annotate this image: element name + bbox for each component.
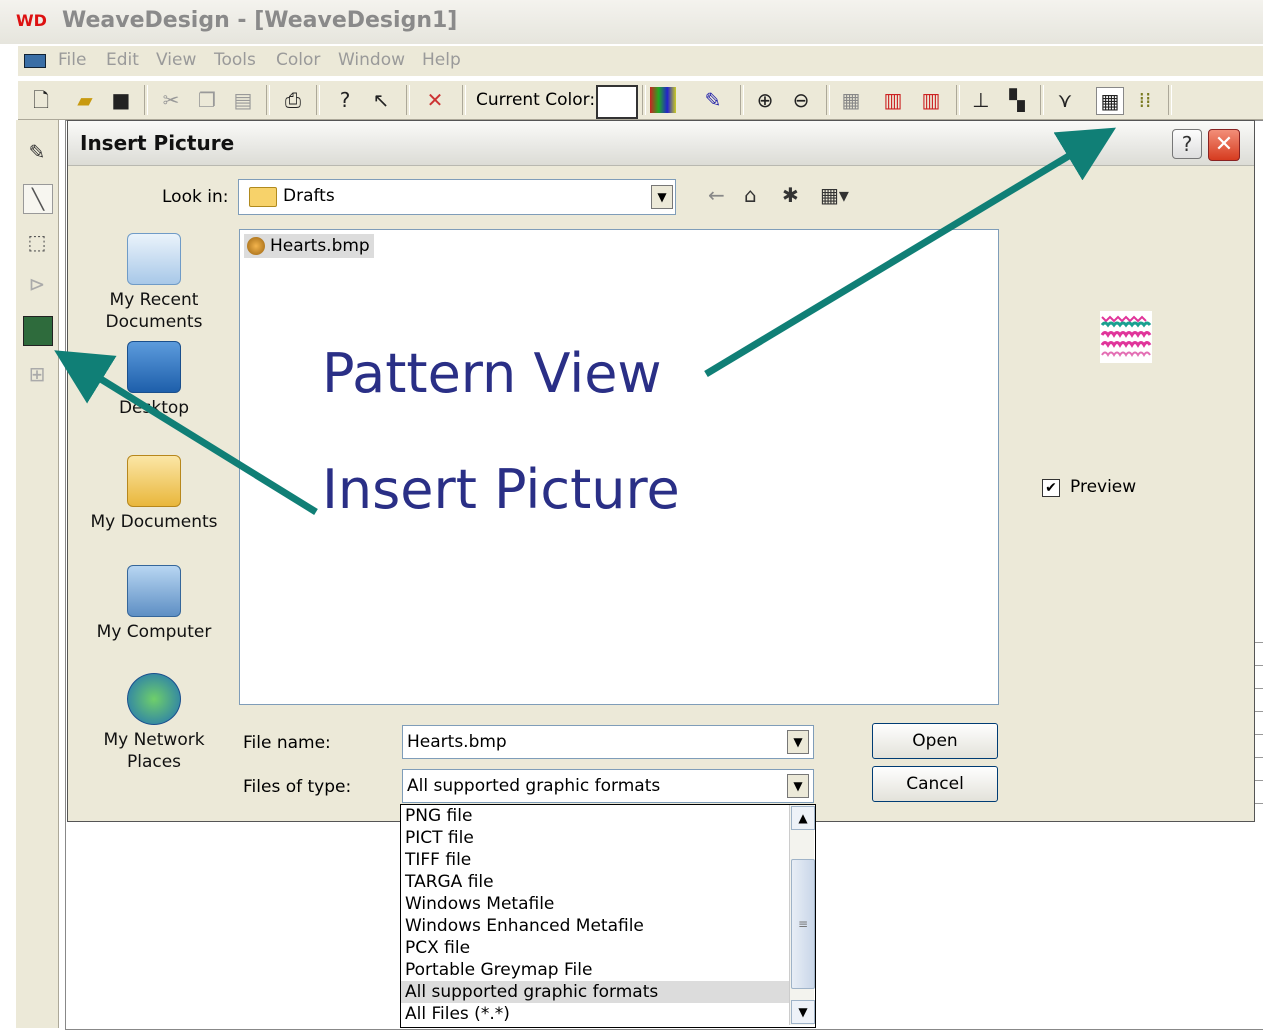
arrow-to-pattern-view-icon xyxy=(704,127,1116,377)
annotation-arrows xyxy=(54,127,1116,515)
arrow-to-insert-picture-icon xyxy=(54,350,318,515)
